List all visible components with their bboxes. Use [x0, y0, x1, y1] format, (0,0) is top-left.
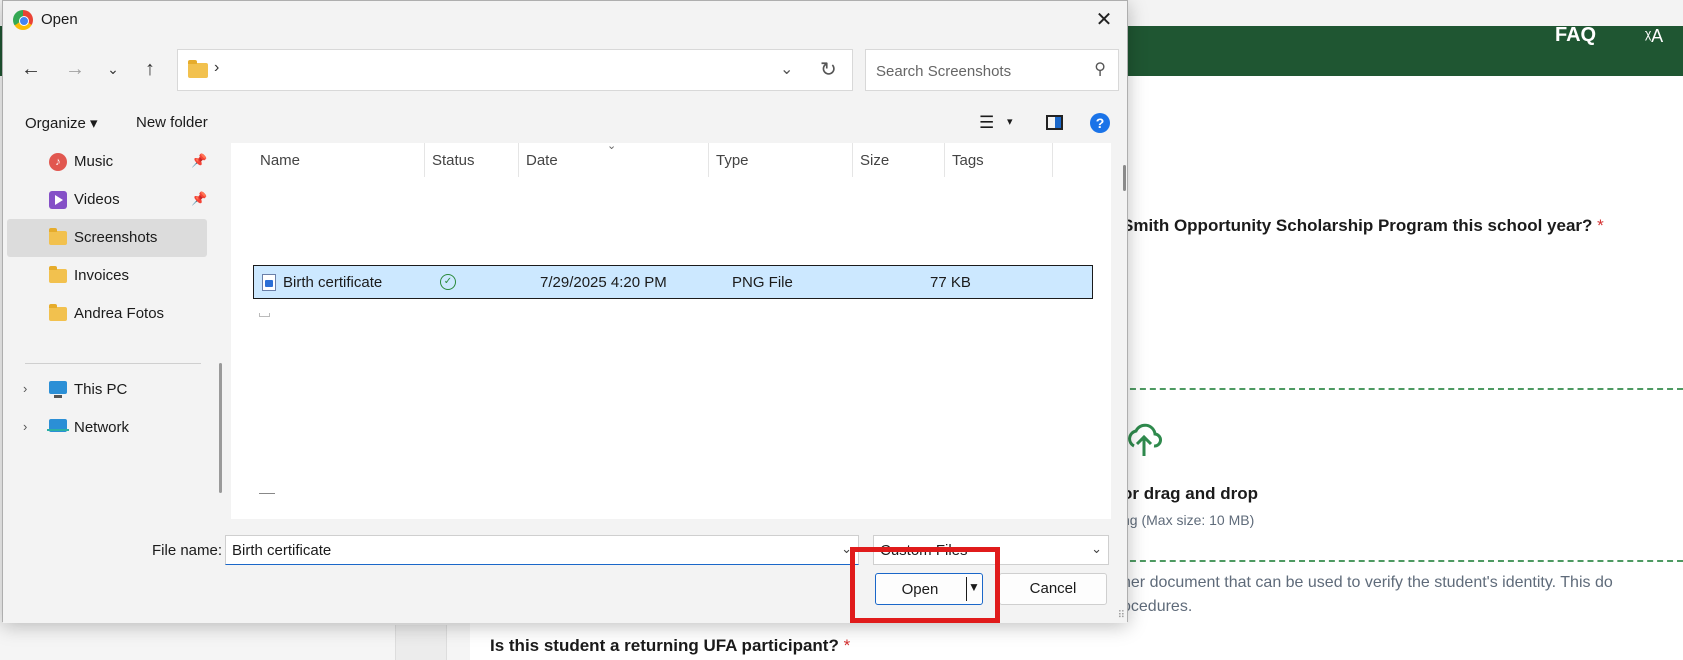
file-name-label: File name:	[152, 542, 223, 559]
forward-icon[interactable]: →	[61, 55, 89, 83]
music-icon: ♪	[49, 153, 67, 171]
computer-icon	[49, 381, 67, 398]
expand-icon[interactable]: ›	[23, 381, 27, 396]
back-icon[interactable]: ←	[17, 55, 45, 83]
side-column	[395, 625, 447, 660]
open-file-dialog: Open ✕ ← → ⌄ ↑ › ⌄ ↻ ⚲ Organize ▾ New fo…	[2, 0, 1128, 623]
sidebar-divider	[25, 363, 201, 364]
column-header-tags[interactable]: Tags	[945, 143, 1053, 177]
dropzone-max-size: ng (Max size: 10 MB)	[1122, 512, 1255, 528]
pin-icon: 📌	[191, 153, 208, 168]
navigation-pane: ♪ Music 📌 Videos 📌 Screenshots Invoices …	[3, 143, 223, 521]
sidebar-item-videos[interactable]: Videos 📌	[7, 181, 207, 219]
file-name-cell: Birth certificate	[283, 274, 383, 291]
refresh-icon[interactable]: ↻	[820, 57, 837, 82]
faq-link[interactable]: FAQ	[1555, 24, 1596, 47]
file-row[interactable]: Birth certificate ✓ 7/29/2025 4:20 PM PN…	[253, 265, 1093, 299]
title-bar: Open ✕	[3, 1, 1127, 39]
folder-icon	[49, 266, 67, 283]
help-icon[interactable]: ?	[1090, 113, 1110, 133]
column-header-status[interactable]: Status	[425, 143, 519, 177]
doc-hint-line2: ocedures.	[1122, 598, 1193, 615]
network-icon	[47, 419, 69, 432]
sidebar-scrollbar[interactable]	[219, 363, 222, 493]
sidebar-item-label: Invoices	[74, 267, 130, 284]
sidebar-item-invoices[interactable]: Invoices	[7, 257, 207, 295]
sidebar-item-andrea-fotos[interactable]: Andrea Fotos	[7, 295, 207, 333]
sidebar-item-label: This PC	[74, 381, 128, 398]
recent-locations-icon[interactable]: ⌄	[99, 55, 127, 83]
partial-row-marker	[259, 493, 275, 494]
column-header-size[interactable]: Size	[853, 143, 945, 177]
sidebar-item-music[interactable]: ♪ Music 📌	[7, 143, 207, 181]
resize-grip-icon[interactable]: ⠿	[1118, 610, 1125, 621]
chevron-down-icon[interactable]: ▾	[1007, 115, 1013, 128]
column-header-type[interactable]: Type	[709, 143, 853, 177]
png-file-icon	[262, 274, 276, 291]
file-name-input[interactable]	[230, 541, 824, 560]
view-options-icon[interactable]: ☰	[979, 113, 994, 133]
file-list-scrollbar[interactable]	[1123, 165, 1126, 191]
dialog-title: Open	[41, 11, 78, 28]
doc-hint-line1: her document that can be used to verify …	[1122, 574, 1613, 591]
file-size-cell: 77 KB	[930, 274, 971, 291]
required-mark: *	[1597, 216, 1604, 235]
organize-button[interactable]: Organize ▾	[25, 114, 98, 132]
video-icon	[49, 191, 67, 209]
sidebar-item-label: Videos	[74, 191, 120, 208]
folder-icon	[188, 60, 208, 78]
dropzone-bottom-border	[1120, 560, 1683, 562]
cancel-button[interactable]: Cancel	[999, 573, 1107, 605]
synced-status-icon: ✓	[440, 274, 456, 290]
sidebar-item-label: Screenshots	[74, 229, 158, 246]
sidebar-item-label: Music	[74, 153, 114, 170]
sidebar-item-label: Andrea Fotos	[74, 305, 165, 322]
returning-question: Is this student a returning UFA particip…	[490, 636, 851, 655]
sidebar-item-network[interactable]: › Network	[7, 409, 207, 447]
search-box[interactable]: ⚲	[865, 49, 1119, 91]
chevron-down-icon[interactable]: ⌄	[780, 59, 793, 79]
sidebar-item-this-pc[interactable]: › This PC	[7, 371, 207, 409]
file-date-cell: 7/29/2025 4:20 PM	[540, 274, 667, 291]
folder-icon	[49, 228, 67, 245]
file-type-cell: PNG File	[732, 274, 793, 291]
dropzone-text[interactable]: or drag and drop	[1122, 484, 1258, 504]
folder-icon	[49, 304, 67, 321]
open-button-highlight	[850, 547, 1000, 623]
translate-icon[interactable]: ᵡA	[1645, 26, 1663, 47]
file-name-combobox[interactable]: ⌄	[225, 535, 859, 565]
file-list: Name Status Date ⌄ Type Size Tags Birth c…	[231, 140, 1111, 519]
address-bar[interactable]: › ⌄ ↻	[177, 49, 853, 91]
pin-icon: 📌	[191, 191, 208, 206]
scholarship-question: Smith Opportunity Scholarship Program th…	[1122, 216, 1604, 235]
column-header-date[interactable]: Date ⌄	[519, 140, 709, 177]
required-mark: *	[843, 636, 851, 655]
search-input[interactable]	[874, 59, 1078, 83]
chrome-icon	[13, 10, 33, 30]
navigation-bar: ← → ⌄ ↑ › ⌄ ↻ ⚲	[3, 47, 1127, 91]
column-header-name[interactable]: Name	[253, 143, 425, 177]
command-bar: Organize ▾ New folder ☰ ▾ ?	[3, 105, 1127, 141]
sidebar-item-label: Network	[74, 419, 130, 436]
chevron-down-icon[interactable]: ⌄	[1091, 541, 1102, 557]
up-icon[interactable]: ↑	[136, 55, 164, 83]
preview-pane-icon[interactable]	[1046, 115, 1063, 130]
close-button[interactable]: ✕	[1091, 7, 1117, 33]
cloud-upload-icon	[1128, 423, 1162, 456]
search-icon[interactable]: ⚲	[1094, 59, 1106, 79]
dropzone-top-border	[1120, 388, 1683, 390]
expand-icon[interactable]: ›	[23, 419, 27, 434]
chevron-right-icon[interactable]: ›	[214, 59, 219, 77]
sort-descending-icon: ⌄	[607, 140, 617, 152]
sidebar-item-screenshots[interactable]: Screenshots	[7, 219, 207, 257]
new-folder-button[interactable]: New folder	[136, 114, 208, 131]
partial-row-marker	[259, 313, 270, 317]
